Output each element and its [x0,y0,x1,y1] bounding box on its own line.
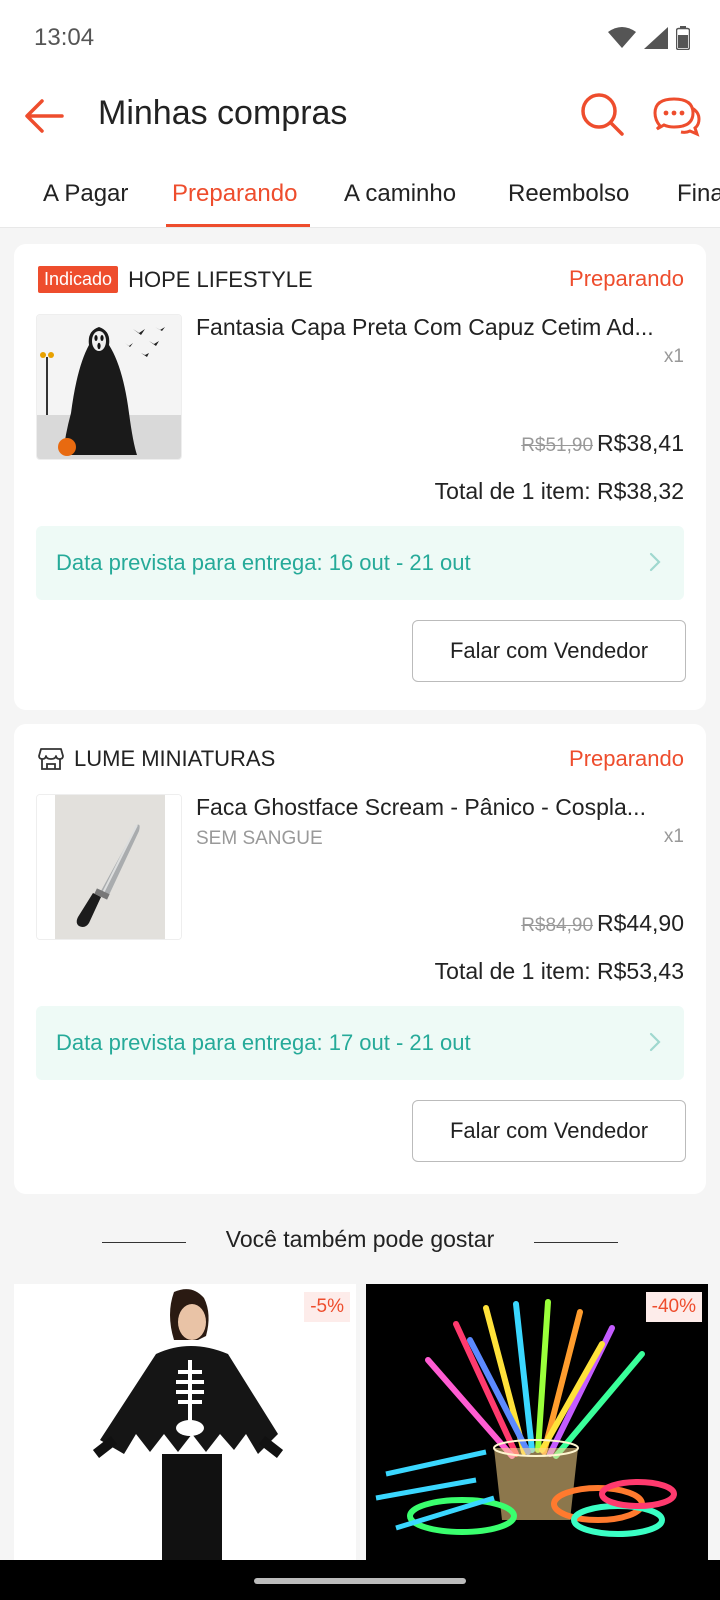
tab-finalizado[interactable]: Fina [677,180,720,208]
status-time: 13:04 [34,24,95,51]
contact-seller-button[interactable]: Falar com Vendedor [412,1100,686,1162]
tab-preparando[interactable]: Preparando [172,180,297,208]
order-card[interactable]: LUME MINIATURAS Preparando Faca Ghostfac… [14,724,706,1194]
active-tab-indicator [166,224,310,227]
recommended-badge: Indicado [38,266,119,293]
battery-icon [676,26,690,50]
order-status: Preparando [569,746,684,771]
product-quantity: x1 [663,826,684,847]
order-status: Preparando [569,266,684,291]
chevron-right-icon [649,552,661,572]
app-header: Minhas compras [0,76,720,154]
signal-icon [644,27,668,49]
sale-price: R$38,41 [597,430,684,456]
order-tabs: A Pagar Preparando A caminho Reembolso F… [0,154,720,228]
sale-price: R$44,90 [597,910,684,936]
product-name[interactable]: Faca Ghostface Scream - Pânico - Cospla.… [196,794,684,821]
chevron-right-icon [649,1032,661,1052]
delivery-estimate-text: Data prevista para entrega: 17 out - 21 … [56,1030,471,1055]
shop-row[interactable]: Indicado HOPE LIFESTYLE [38,266,313,293]
original-price: R$84,90 [521,915,594,936]
tab-a-pagar[interactable]: A Pagar [43,180,128,208]
price-row: R$51,90 R$38,41 [521,430,684,457]
product-name[interactable]: Fantasia Capa Preta Com Capuz Cetim Ad..… [196,314,684,341]
delivery-estimate-text: Data prevista para entrega: 16 out - 21 … [56,550,471,575]
shop-row[interactable]: LUME MINIATURAS [38,746,275,772]
delivery-estimate[interactable]: Data prevista para entrega: 16 out - 21 … [36,526,684,600]
order-total: Total de 1 item: R$53,43 [434,958,684,984]
product-quantity: x1 [663,346,684,367]
original-price: R$51,90 [521,435,594,456]
product-variant: SEM SANGUE [196,828,323,849]
page-title: Minhas compras [98,94,348,132]
chat-icon[interactable] [652,90,702,140]
product-image [366,1284,708,1560]
delivery-estimate[interactable]: Data prevista para entrega: 17 out - 21 … [36,1006,684,1080]
recommendations-title: Você também pode gostar [225,1226,495,1252]
product-image[interactable] [36,314,182,460]
contact-seller-button[interactable]: Falar com Vendedor [412,620,686,682]
system-icons [608,26,690,50]
discount-badge: -40% [645,1292,702,1322]
shop-name[interactable]: LUME MINIATURAS [74,746,275,772]
tab-reembolso[interactable]: Reembolso [508,180,629,208]
tab-a-caminho[interactable]: A caminho [344,180,456,208]
price-row: R$84,90 R$44,90 [521,910,684,937]
divider-line [534,1242,618,1243]
order-total: Total de 1 item: R$38,32 [434,478,684,504]
back-arrow-icon[interactable] [22,94,66,138]
discount-badge: -5% [304,1292,350,1322]
product-image[interactable] [36,794,182,940]
order-card[interactable]: Indicado HOPE LIFESTYLE Preparando Fanta… [14,244,706,710]
status-bar: 13:04 [0,0,720,76]
recommended-product-card[interactable]: -5% [14,1284,356,1560]
system-navigation-bar [0,1560,720,1600]
search-icon[interactable] [578,90,626,138]
recommended-product-card[interactable]: -40% [366,1284,708,1560]
shop-name[interactable]: HOPE LIFESTYLE [128,267,313,293]
product-image [14,1284,356,1560]
home-gesture-handle[interactable] [254,1578,466,1584]
wifi-icon [608,27,636,48]
store-icon [38,748,64,770]
